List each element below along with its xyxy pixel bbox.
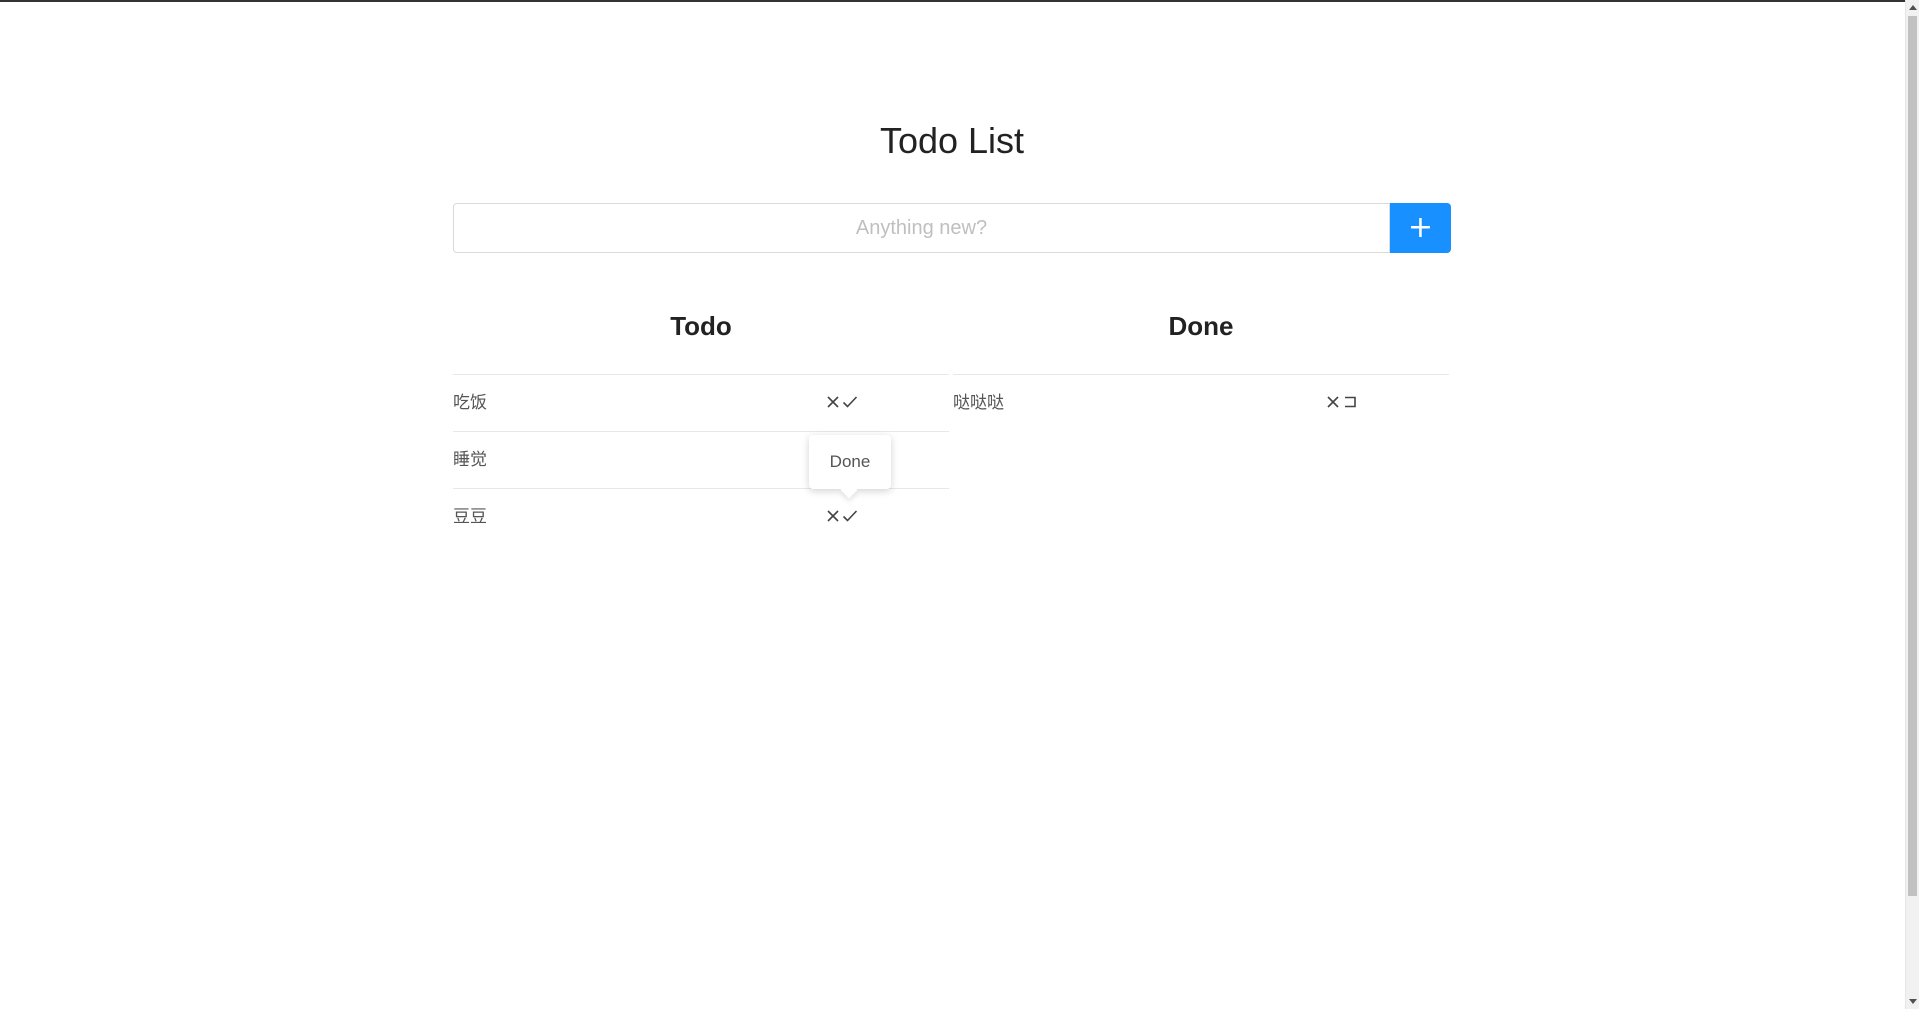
scrollbar-thumb[interactable] bbox=[1908, 16, 1917, 896]
undo-icon[interactable] bbox=[1342, 393, 1358, 413]
todo-item-actions bbox=[826, 391, 858, 415]
plus-icon: + bbox=[1407, 210, 1434, 245]
done-column: Done 哒哒哒 bbox=[953, 300, 1449, 431]
window-top-border bbox=[0, 0, 1919, 2]
done-heading: Done bbox=[953, 300, 1449, 375]
close-icon[interactable] bbox=[1326, 393, 1342, 413]
scroll-down-icon[interactable] bbox=[1909, 999, 1917, 1004]
new-todo-input[interactable] bbox=[453, 203, 1390, 253]
check-icon[interactable] bbox=[842, 507, 858, 527]
tooltip-text: Done bbox=[829, 452, 871, 471]
done-item: 哒哒哒 bbox=[953, 375, 1449, 431]
check-icon[interactable] bbox=[842, 393, 858, 413]
page-title: Todo List bbox=[879, 120, 1025, 161]
todo-item-text: 吃饭 bbox=[453, 393, 487, 412]
add-todo-button[interactable]: + bbox=[1390, 203, 1451, 253]
todo-item-text: 豆豆 bbox=[453, 507, 487, 526]
todo-item: 吃饭 bbox=[453, 375, 949, 432]
close-icon[interactable] bbox=[826, 393, 842, 413]
todo-column: Todo 吃饭 睡觉 豆豆 bbox=[453, 300, 949, 545]
done-tooltip: Done bbox=[809, 435, 891, 499]
scroll-up-icon[interactable] bbox=[1909, 5, 1917, 10]
todo-heading: Todo bbox=[453, 300, 949, 375]
close-icon[interactable] bbox=[826, 507, 842, 527]
todo-item-actions bbox=[826, 505, 858, 529]
todo-item: 豆豆 bbox=[453, 489, 949, 545]
todo-item-text: 睡觉 bbox=[453, 450, 487, 469]
vertical-scrollbar[interactable] bbox=[1905, 0, 1919, 1009]
done-item-actions bbox=[1326, 391, 1358, 415]
done-item-text: 哒哒哒 bbox=[953, 393, 1004, 412]
